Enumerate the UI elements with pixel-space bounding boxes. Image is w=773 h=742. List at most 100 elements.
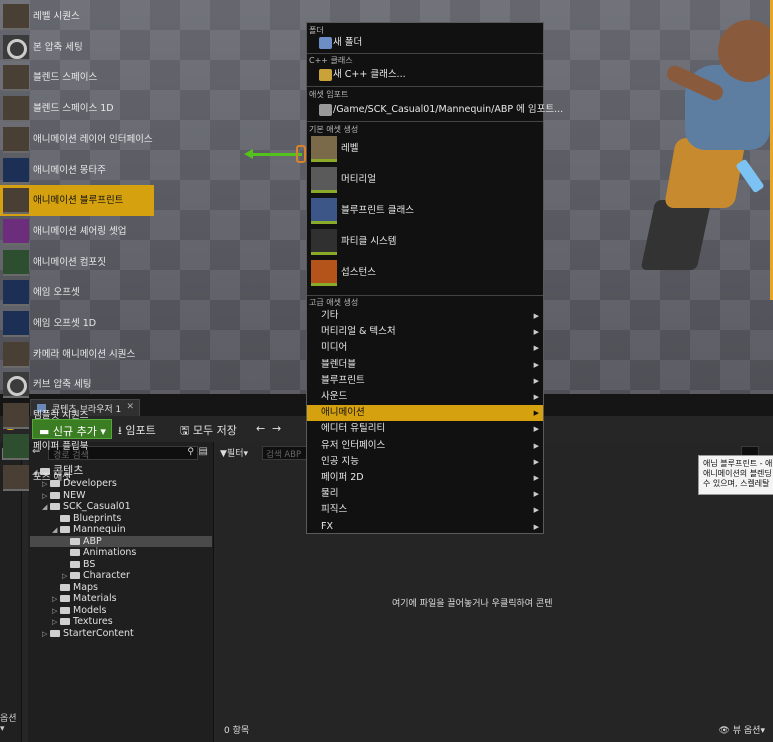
folder-label: Materials — [73, 593, 117, 604]
folder-tree-item[interactable]: ▷ Materials — [30, 593, 212, 605]
translate-gizmo-handle[interactable] — [296, 145, 306, 163]
animation-asset-item[interactable]: 카메라 애니메이션 시퀀스 — [0, 339, 154, 370]
animation-asset-item[interactable]: 애니메이션 컴포짓 — [0, 247, 154, 278]
folder-icon — [50, 629, 60, 637]
new-cpp-class-item[interactable]: 새 C++ 클래스... — [307, 67, 543, 83]
folder-tree-item[interactable]: Animations — [30, 547, 212, 559]
filter-button[interactable]: ▼필터▾ — [220, 446, 248, 460]
folder-icon — [60, 526, 70, 533]
animation-asset-label: 페이퍼 플립북 — [33, 440, 89, 452]
folder-tree-item[interactable]: Maps — [30, 582, 212, 594]
chevron-right-icon: ▶ — [533, 457, 539, 466]
animation-asset-icon — [3, 372, 29, 399]
new-folder-item[interactable]: 새 폴더 — [307, 35, 543, 51]
advanced-category-item[interactable]: 피직스 ▶ — [307, 502, 543, 518]
folder-label: Mannequin — [73, 524, 126, 535]
advanced-category-item[interactable]: 블렌더블 ▶ — [307, 357, 543, 373]
mannequin-character[interactable] — [640, 20, 773, 270]
animation-asset-label: 카메라 애니메이션 시퀀스 — [33, 348, 136, 360]
animation-asset-item[interactable]: 레벨 시퀀스 — [0, 1, 154, 32]
folder-label: Character — [83, 570, 130, 581]
advanced-category-item[interactable]: 블루프린트 ▶ — [307, 373, 543, 389]
folder-tree-item[interactable]: ◢ SCK_Casual01 — [30, 501, 212, 513]
advanced-category-label: 기타 — [321, 310, 339, 321]
advanced-category-item[interactable]: FX ▶ — [307, 519, 543, 535]
animation-asset-icon — [3, 34, 29, 61]
advanced-category-label: 머티리얼 & 텍스처 — [321, 326, 396, 338]
search-icon: ⚲ — [187, 447, 194, 457]
basic-asset-item[interactable]: 섭스턴스 — [307, 258, 543, 288]
asset-type-icon — [311, 136, 337, 162]
chevron-right-icon: ▶ — [533, 393, 539, 401]
view-options-label: 뷰 옵션 — [732, 726, 761, 736]
animation-asset-item[interactable]: 블렌드 스페이스 — [0, 62, 154, 93]
advanced-category-label: 인공 지능 — [321, 455, 359, 467]
folder-tree-item[interactable]: ▷ Character — [30, 570, 212, 582]
left-view-options-label: 옵션 — [0, 714, 17, 724]
tree-options-icon[interactable]: ▤ — [199, 446, 208, 457]
animation-asset-item[interactable]: 애니메이션 몽타주 — [0, 155, 154, 186]
animation-asset-item[interactable]: 에임 오프셋 1D — [0, 308, 154, 339]
animation-asset-item[interactable]: 애니메이션 셰어링 셋업 — [0, 216, 154, 247]
advanced-category-item[interactable]: 인공 지능 ▶ — [307, 454, 543, 470]
advanced-category-label: 블루프린트 — [321, 374, 365, 386]
folder-icon — [70, 572, 80, 579]
advanced-category-label: 피직스 — [321, 504, 348, 516]
asset-search-placeholder: 검색 ABP — [266, 450, 302, 460]
advanced-category-item[interactable]: 미디어 ▶ — [307, 340, 543, 356]
animation-asset-item[interactable]: 템플릿 시퀀스 — [0, 400, 154, 431]
animation-asset-item[interactable]: 블렌드 스페이스 1D — [0, 93, 154, 124]
advanced-category-item[interactable]: 물리 ▶ — [307, 486, 543, 502]
animation-asset-item[interactable]: 애니메이션 레이어 인터페이스 — [0, 124, 154, 155]
item-count: 0 항목 — [224, 726, 250, 736]
basic-asset-item[interactable]: 레벨 — [307, 134, 543, 164]
animation-asset-label: 본 압축 세팅 — [33, 41, 83, 53]
animation-asset-icon — [3, 157, 29, 184]
folder-tree-item[interactable]: ▷ Models — [30, 605, 212, 617]
advanced-category-item[interactable]: 에디터 유틸리티 ▶ — [307, 421, 543, 437]
animation-asset-item[interactable]: 애니메이션 블루프린트 — [0, 185, 154, 217]
advanced-category-item[interactable]: 유저 인터페이스 ▶ — [307, 438, 543, 454]
advanced-category-item[interactable]: 애니메이션 ▶ — [307, 405, 543, 422]
folder-label: Maps — [73, 581, 98, 593]
folder-label: Animations — [83, 547, 137, 558]
animation-asset-item[interactable]: 포즈 애셋 — [0, 462, 154, 493]
basic-asset-item[interactable]: 머티리얼 — [307, 165, 543, 195]
advanced-category-label: 유저 인터페이스 — [321, 439, 386, 451]
animation-asset-item[interactable]: 페이퍼 플립북 — [0, 431, 154, 462]
folder-tree-item[interactable]: ◢ Mannequin — [30, 524, 212, 536]
folder-icon — [60, 583, 70, 591]
asset-search-input[interactable]: 검색 ABP — [262, 446, 310, 460]
animation-asset-item[interactable]: 커브 압축 세팅 — [0, 369, 154, 400]
back-button[interactable]: ← — [256, 422, 265, 435]
animation-asset-label: 레벨 시퀀스 — [33, 11, 80, 22]
view-options-button[interactable]: 👁 뷰 옵션▾ — [718, 723, 765, 736]
animation-asset-label: 템플릿 시퀀스 — [33, 410, 89, 422]
folder-tree-item[interactable]: BS — [30, 559, 212, 571]
advanced-category-item[interactable]: 페이퍼 2D ▶ — [307, 470, 543, 486]
animation-asset-item[interactable]: 에임 오프셋 — [0, 277, 154, 308]
translate-gizmo-x-axis[interactable] — [244, 149, 302, 159]
folder-label: BS — [83, 558, 96, 570]
folder-tree-item[interactable]: ABP — [30, 535, 212, 547]
advanced-category-item[interactable]: 사운드 ▶ — [307, 389, 543, 405]
import-icon — [319, 104, 332, 116]
forward-button[interactable]: → — [272, 422, 281, 435]
basic-asset-item[interactable]: 파티클 시스템 — [307, 227, 543, 257]
import-to-folder-item[interactable]: /Game/SCK_Casual01/Mannequin/ABP 에 임포트..… — [307, 102, 563, 118]
advanced-category-item[interactable]: 머티리얼 & 텍스처 ▶ — [307, 324, 543, 340]
separator — [307, 295, 543, 296]
folder-tree-item[interactable]: ▷ Textures — [30, 616, 212, 628]
folder-tree-item[interactable]: Blueprints — [30, 513, 212, 525]
animation-asset-icon — [3, 311, 29, 337]
basic-asset-item[interactable]: 블루프린트 클래스 — [307, 196, 543, 226]
separator — [307, 86, 543, 87]
save-all-button[interactable]: 🖫 모두 저장 — [180, 422, 237, 441]
expand-arrow-icon[interactable]: ▷ — [42, 629, 50, 641]
folder-label: Blueprints — [73, 512, 122, 524]
left-view-options[interactable]: 옵션▾ — [0, 711, 21, 734]
chevron-right-icon: ▶ — [533, 360, 539, 369]
folder-tree-item[interactable]: ▷ StarterContent — [30, 628, 212, 640]
advanced-category-item[interactable]: 기타 ▶ — [307, 308, 543, 324]
animation-asset-item[interactable]: 본 압축 세팅 — [0, 32, 154, 63]
